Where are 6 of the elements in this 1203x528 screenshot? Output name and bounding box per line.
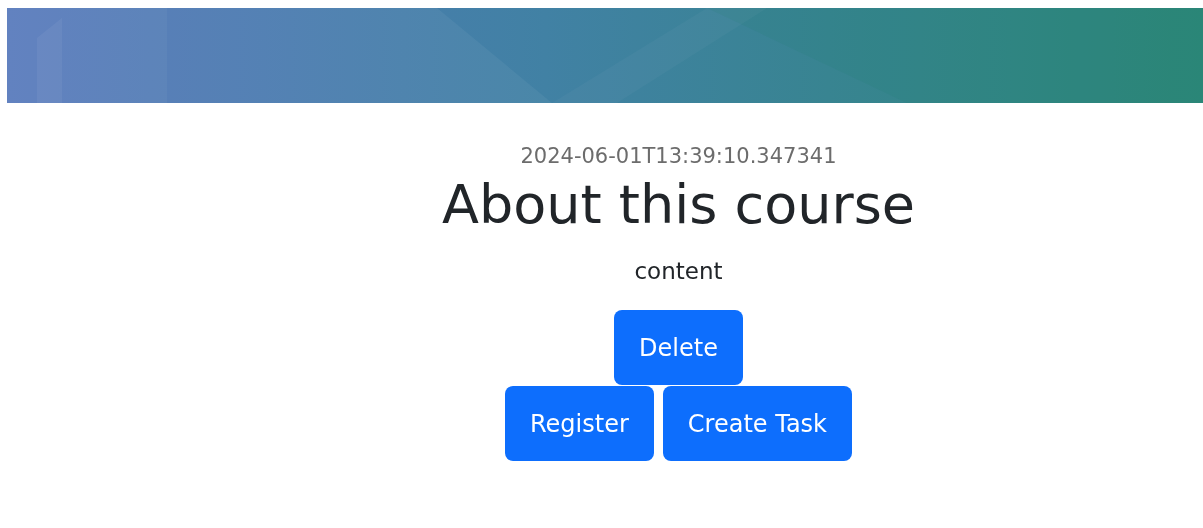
content-text: content bbox=[634, 257, 723, 286]
page-title: About this course bbox=[442, 172, 915, 238]
action-button[interactable]: Delete bbox=[614, 310, 743, 385]
timestamp: 2024-06-01T13:39:10.347341 bbox=[520, 143, 837, 170]
action-button[interactable]: Register bbox=[505, 386, 654, 461]
action-button[interactable]: Create Task bbox=[662, 386, 852, 461]
